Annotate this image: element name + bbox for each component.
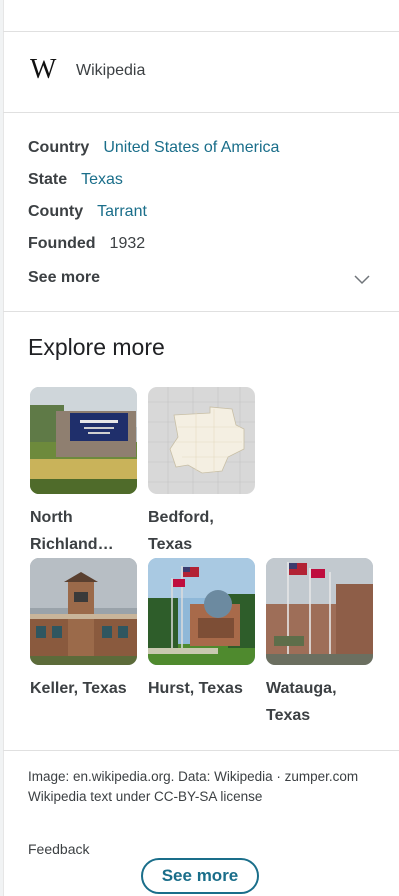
fact-key: Country (28, 139, 90, 156)
explore-tile-label: Keller, Texas (30, 680, 127, 697)
fact-founded: Founded 1932 (28, 235, 145, 253)
facts-see-more-label: See more (28, 269, 101, 286)
attribution-text: Image: en.wikipedia.org. Data: Wikipedia… (28, 769, 359, 784)
explore-tile-label: Bedford, Texas (148, 509, 214, 553)
facts-see-more-row[interactable]: See more (28, 269, 370, 287)
footer-attribution: Image: en.wikipedia.org. Data: Wikipedia… (28, 767, 368, 807)
wikipedia-logo-icon: W (30, 54, 57, 85)
city-sign-photo (30, 387, 137, 494)
explore-tile-label: Watauga, Texas (266, 680, 337, 724)
fact-state: State Texas (28, 171, 123, 189)
fact-key: Founded (28, 235, 96, 252)
explore-tile-label: Hurst, Texas (148, 680, 243, 697)
chevron-down-icon (354, 275, 370, 285)
divider (3, 750, 399, 751)
wikipedia-source-row[interactable]: W Wikipedia (0, 36, 396, 108)
wikipedia-label: Wikipedia (76, 62, 146, 79)
fact-county: County Tarrant (28, 203, 147, 221)
fact-value-link[interactable]: United States of America (103, 139, 279, 156)
explore-more-title: Explore more (28, 334, 165, 360)
see-more-button[interactable]: See more (141, 858, 259, 894)
explore-tile-watauga[interactable]: Watauga, Texas (266, 558, 373, 729)
license-text: Wikipedia text under CC-BY-SA license (28, 789, 263, 804)
flags-building-photo (148, 558, 255, 665)
divider (3, 31, 399, 32)
fact-value-link[interactable]: Texas (81, 171, 123, 188)
flagpoles-photo (266, 558, 373, 665)
fact-key: State (28, 171, 68, 188)
explore-tile-bedford[interactable]: Bedford, Texas (148, 387, 255, 558)
divider (3, 112, 399, 113)
explore-tile-label: North Richland… (30, 509, 114, 553)
tower-building-photo (30, 558, 137, 665)
feedback-link[interactable]: Feedback (28, 841, 89, 857)
divider (3, 311, 399, 312)
fact-country: Country United States of America (28, 139, 279, 157)
fact-value-link[interactable]: Tarrant (97, 203, 147, 220)
map-thumbnail (148, 387, 255, 494)
explore-tile-keller[interactable]: Keller, Texas (30, 558, 137, 702)
fact-key: County (28, 203, 84, 220)
fact-value: 1932 (109, 235, 146, 252)
explore-tile-hurst[interactable]: Hurst, Texas (148, 558, 255, 702)
explore-tile-north-richland[interactable]: North Richland… (30, 387, 137, 558)
